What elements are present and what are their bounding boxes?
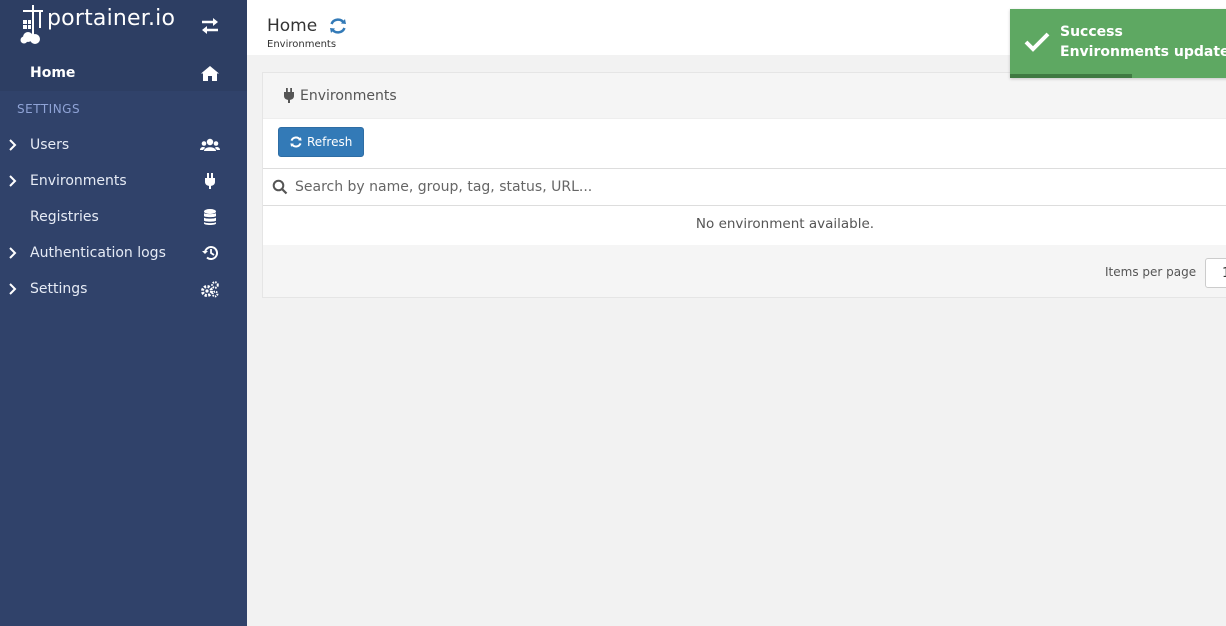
plug-icon bbox=[205, 173, 215, 189]
success-toast[interactable]: Success Environments updated bbox=[1010, 9, 1226, 78]
chevron-right-icon[interactable] bbox=[8, 246, 18, 260]
search-icon bbox=[272, 179, 288, 195]
sidebar-item-label: Environments bbox=[30, 173, 127, 189]
widget-title: Environments bbox=[300, 88, 397, 104]
home-icon bbox=[201, 66, 219, 81]
environments-widget: Environments Refresh No environment avai… bbox=[262, 72, 1226, 298]
search-bar bbox=[263, 168, 1226, 206]
refresh-icon[interactable] bbox=[328, 16, 348, 36]
items-per-page-label: Items per page bbox=[1105, 265, 1197, 279]
chevron-right-icon[interactable] bbox=[8, 282, 18, 296]
sidebar: portainer.io Home SETTINGS Users Environ… bbox=[0, 0, 247, 626]
breadcrumb[interactable]: Environments bbox=[267, 39, 336, 50]
brand-bar: portainer.io bbox=[0, 0, 247, 55]
cogs-icon bbox=[201, 281, 219, 298]
sidebar-item-label: Registries bbox=[30, 209, 99, 225]
items-per-page-select[interactable]: 1 bbox=[1205, 258, 1226, 288]
portainer-logo-icon[interactable] bbox=[20, 4, 46, 44]
pagination-footer: Items per page 1 bbox=[263, 245, 1226, 297]
sidebar-section-title: SETTINGS bbox=[17, 102, 81, 116]
chevron-right-icon[interactable] bbox=[8, 138, 18, 152]
items-per-page-value: 1 bbox=[1222, 266, 1226, 281]
chevron-right-icon[interactable] bbox=[8, 174, 18, 188]
empty-message: No environment available. bbox=[695, 216, 875, 232]
brand-name[interactable]: portainer.io bbox=[47, 6, 175, 31]
refresh-icon bbox=[290, 136, 302, 148]
check-icon bbox=[1024, 32, 1050, 52]
database-icon bbox=[204, 209, 216, 225]
sidebar-item-label: Authentication logs bbox=[30, 245, 166, 261]
sidebar-item-environments[interactable]: Environments bbox=[0, 163, 247, 199]
widget-header: Environments bbox=[263, 73, 1226, 119]
sidebar-item-registries[interactable]: Registries bbox=[0, 199, 247, 235]
sidebar-item-settings[interactable]: Settings bbox=[0, 271, 247, 307]
history-icon bbox=[202, 246, 218, 261]
toggle-sidebar-icon[interactable] bbox=[200, 17, 220, 35]
sidebar-item-users[interactable]: Users bbox=[0, 127, 247, 163]
refresh-button-label: Refresh bbox=[307, 135, 353, 149]
sidebar-item-label: Users bbox=[30, 137, 70, 153]
toast-progress-bar bbox=[1010, 74, 1132, 78]
users-icon bbox=[200, 138, 220, 151]
search-input[interactable] bbox=[293, 175, 897, 199]
sidebar-item-authentication-logs[interactable]: Authentication logs bbox=[0, 235, 247, 271]
plug-icon bbox=[284, 88, 294, 103]
page-title: Home bbox=[267, 16, 318, 36]
sidebar-item-label: Settings bbox=[30, 281, 88, 297]
toast-message: Environments updated bbox=[1060, 44, 1226, 60]
refresh-button[interactable]: Refresh bbox=[278, 127, 364, 157]
sidebar-item-label: Home bbox=[30, 65, 76, 81]
toast-title: Success bbox=[1060, 24, 1123, 40]
sidebar-item-home[interactable]: Home bbox=[0, 55, 247, 91]
